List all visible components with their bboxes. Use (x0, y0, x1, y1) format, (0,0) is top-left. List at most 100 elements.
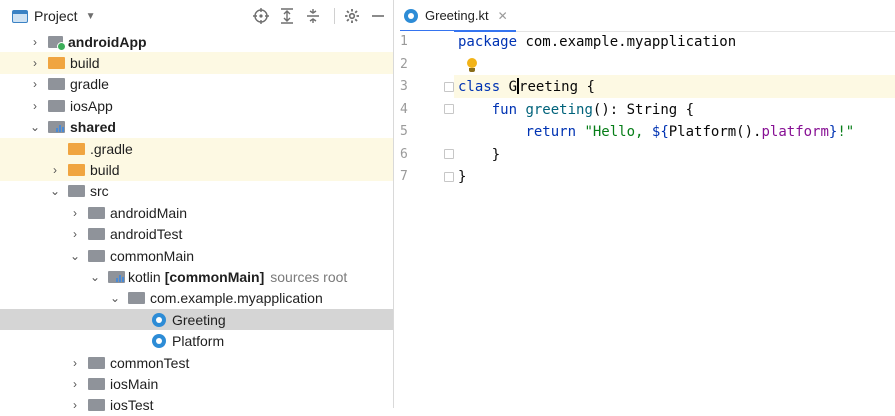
toolbar-separator (334, 8, 335, 24)
sources-root-hint: sources root (270, 268, 348, 285)
module-folder-icon (48, 35, 66, 51)
tree-item-label: shared (70, 119, 116, 136)
gear-icon[interactable] (341, 5, 363, 27)
lightbulb-icon[interactable] (466, 58, 478, 74)
line-number: 5 (400, 124, 408, 139)
tree-item-platform[interactable]: Platform (0, 330, 393, 351)
line-number: 7 (400, 169, 408, 184)
tree-item-greeting[interactable]: Greeting (0, 309, 393, 331)
tree-item-build[interactable]: › build (0, 52, 393, 74)
code-line-6: } (458, 146, 501, 163)
tree-item-dot-gradle[interactable]: .gradle (0, 137, 393, 160)
editor-gutter: 1 2 3 4 5 6 7 (394, 31, 454, 408)
module-folder-icon (48, 121, 65, 134)
fold-marker-icon[interactable] (444, 104, 454, 114)
chevron-right-icon[interactable]: › (48, 163, 62, 177)
package-folder-icon (128, 292, 145, 305)
tree-item-label: androidTest (110, 226, 183, 243)
project-toolbar (250, 0, 393, 32)
tree-item-commontest[interactable]: › commonTest (0, 352, 393, 373)
chevron-down-icon[interactable]: ⌄ (88, 270, 102, 284)
chevron-right-icon[interactable]: › (68, 206, 82, 220)
project-panel-header: Project ▼ (0, 0, 393, 32)
tree-item-label: src (90, 183, 109, 200)
tree-item-commonmain[interactable]: ⌄ commonMain (0, 245, 393, 266)
tree-item-androidtest[interactable]: › androidTest (0, 224, 393, 245)
tree-item-label: iosApp (70, 97, 113, 114)
project-tree: › androidApp › build › gradle › iosApp ⌄… (0, 31, 393, 416)
folder-icon (88, 249, 105, 262)
chevron-right-icon[interactable]: › (68, 377, 82, 391)
tab-label: Greeting.kt (425, 8, 489, 23)
tree-item-label: Greeting (172, 311, 226, 328)
folder-icon (88, 356, 105, 369)
chevron-right-icon[interactable]: › (28, 56, 42, 70)
kotlin-class-icon (152, 312, 166, 327)
chevron-down-icon[interactable]: ⌄ (108, 291, 122, 305)
fold-marker-icon[interactable] (444, 149, 454, 159)
tree-item-label: com.example.myapplication (150, 290, 323, 307)
project-title: Project (34, 8, 78, 24)
tree-item-label: kotlin (128, 268, 161, 285)
tree-item-iostest[interactable]: › iosTest (0, 395, 393, 416)
tree-item-label: iosTest (110, 397, 154, 414)
tree-item-label: build (70, 55, 100, 72)
excluded-folder-icon (68, 164, 85, 177)
code-line-1: package com.example.myapplication (458, 34, 737, 50)
fold-marker-icon[interactable] (444, 82, 454, 92)
expand-all-icon[interactable] (276, 5, 298, 27)
line-number: 4 (400, 101, 408, 117)
close-icon[interactable]: ✕ (498, 9, 508, 23)
chevron-down-icon[interactable]: ⌄ (68, 249, 82, 263)
folder-icon (88, 399, 105, 412)
tree-item-src[interactable]: ⌄ src (0, 181, 393, 202)
tree-item-shared[interactable]: ⌄ shared (0, 117, 393, 138)
tree-item-iosapp[interactable]: › iosApp (0, 95, 393, 116)
line-number: 2 (400, 56, 408, 72)
tree-item-label: gradle (70, 76, 109, 93)
folder-icon (88, 206, 105, 219)
folder-icon (88, 228, 105, 241)
chevron-right-icon[interactable]: › (28, 99, 42, 113)
chevron-right-icon[interactable]: › (28, 35, 42, 49)
tree-item-androidapp[interactable]: › androidApp (0, 31, 393, 52)
tree-item-androidmain[interactable]: › androidMain (0, 202, 393, 223)
chevron-right-icon[interactable]: › (68, 356, 82, 370)
folder-icon (48, 99, 65, 112)
tree-item-package[interactable]: ⌄ com.example.myapplication (0, 288, 393, 309)
code-line-4: fun greeting(): String { (491, 101, 695, 118)
fold-marker-icon[interactable] (444, 172, 454, 182)
tab-greeting-kt[interactable]: Greeting.kt ✕ (400, 0, 516, 32)
tree-item-label: Platform (172, 333, 225, 350)
line-number: 3 (400, 79, 408, 94)
excluded-folder-icon (48, 57, 65, 70)
folder-icon (68, 185, 85, 198)
code-line-5: return "Hello, ${Platform().platform}!" (525, 124, 855, 140)
tree-item-label: commonTest (110, 354, 190, 371)
editor-tab-bar: Greeting.kt ✕ (394, 0, 895, 32)
tree-item-shared-build[interactable]: › build (0, 159, 393, 181)
tree-item-label: .gradle (90, 140, 133, 157)
editor-panel: Greeting.kt ✕ 1 2 3 4 5 6 7 package com.… (394, 0, 895, 408)
tree-item-kotlin-source-root[interactable]: ⌄ kotlin [commonMain] sources root (0, 266, 393, 287)
collapse-all-icon[interactable] (302, 5, 324, 27)
chevron-down-icon: ▼ (85, 10, 96, 22)
minimize-icon[interactable] (367, 5, 389, 27)
chevron-down-icon[interactable]: ⌄ (48, 184, 62, 198)
chevron-right-icon[interactable]: › (28, 77, 42, 91)
project-view-selector[interactable]: Project ▼ (12, 0, 95, 32)
excluded-folder-icon (68, 142, 85, 155)
project-window-icon (12, 9, 28, 23)
tree-item-gradle[interactable]: › gradle (0, 74, 393, 95)
tree-item-label: androidApp (68, 33, 147, 50)
kotlin-class-icon (152, 334, 166, 349)
chevron-down-icon[interactable]: ⌄ (28, 120, 42, 134)
project-panel: Project ▼ › androidApp › build › gradle … (0, 0, 393, 413)
line-number: 6 (400, 146, 408, 162)
kotlin-file-icon (404, 8, 418, 23)
chevron-right-icon[interactable]: › (68, 398, 82, 412)
line-number: 1 (400, 34, 408, 49)
locate-icon[interactable] (250, 5, 272, 27)
tree-item-iosmain[interactable]: › iosMain (0, 373, 393, 394)
chevron-right-icon[interactable]: › (68, 227, 82, 241)
